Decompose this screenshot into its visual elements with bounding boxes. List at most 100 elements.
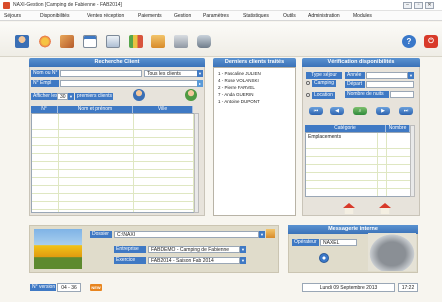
menu-administration[interactable]: Administration	[308, 11, 340, 21]
company-chevron-icon[interactable]: ▼	[240, 246, 246, 253]
last-page-button[interactable]: ⏭	[399, 107, 413, 115]
help-icon[interactable]: ?	[402, 35, 416, 48]
browse-folder-icon[interactable]	[266, 229, 275, 238]
recent-client-item[interactable]: 2 - Pierre FARVEL	[218, 85, 255, 90]
col-city[interactable]: Ville	[133, 106, 193, 113]
invoice-icon[interactable]	[106, 35, 120, 48]
table-row[interactable]	[306, 141, 414, 149]
message-icon[interactable]	[319, 253, 329, 263]
recent-client-item[interactable]: 4 - Rose VOLANSKI	[218, 78, 259, 83]
chart-icon[interactable]	[129, 35, 143, 48]
availability-header: Vérification disponibilités	[302, 58, 420, 67]
database-icon[interactable]	[197, 35, 211, 48]
company-select[interactable]: FABDEMO - Camping de Fabienne	[148, 246, 240, 253]
table-row[interactable]	[32, 146, 198, 154]
name-label: Nom ou N°	[31, 70, 59, 77]
menu-gestion[interactable]: Gestion	[174, 11, 191, 21]
col-count[interactable]: Nombre	[386, 125, 410, 132]
sun-icon[interactable]	[38, 35, 52, 48]
location-label[interactable]: Location	[312, 92, 335, 99]
recent-client-item[interactable]: 1 - Pascaline JULIEN	[218, 71, 261, 76]
table-row[interactable]	[306, 149, 414, 157]
table-row[interactable]	[32, 170, 198, 178]
nights-input[interactable]	[390, 91, 414, 98]
chevron-down-icon[interactable]: ▼	[197, 70, 203, 77]
col-number[interactable]: N°	[31, 106, 58, 113]
afficher-count-input[interactable]: 30	[57, 93, 68, 100]
table-row[interactable]	[32, 122, 198, 130]
empl-label: N° Empl	[31, 80, 59, 87]
col-category[interactable]: Catégorie	[305, 125, 386, 132]
nights-label: Nombre de nuits	[345, 91, 389, 98]
table-row[interactable]	[32, 138, 198, 146]
time-display: 17:22	[398, 283, 418, 292]
sunflower-image	[34, 229, 82, 269]
menu-ventes-reception[interactable]: Ventes réception	[87, 11, 124, 21]
search-arrow-icon[interactable]: ▸	[197, 80, 203, 87]
recent-client-item[interactable]: 7 - Anda GUERIN	[218, 92, 254, 97]
table-row[interactable]	[32, 202, 198, 210]
menu-disponibilites[interactable]: Disponibilités	[40, 11, 69, 21]
name-input[interactable]	[60, 70, 142, 77]
fiscal-year-chevron-icon[interactable]: ▼	[240, 257, 246, 264]
folder-label: Dossier	[90, 231, 112, 238]
recent-clients-list[interactable]: 1 - Pascaline JULIEN 4 - Rose VOLANSKI 2…	[213, 67, 296, 216]
search-client-header: Recherche Client	[29, 58, 205, 67]
count-chevron-icon[interactable]: ▼	[68, 93, 74, 100]
departure-label: Départ	[345, 81, 365, 88]
table-row[interactable]	[306, 165, 414, 173]
fiscal-year-label: Exercice	[114, 257, 146, 264]
client-icon[interactable]	[133, 89, 145, 101]
new-badge[interactable]: NEW	[90, 284, 102, 291]
minimize-button[interactable]: –	[403, 2, 412, 9]
category-scrollbar[interactable]	[410, 125, 415, 197]
folder-icon[interactable]	[151, 35, 165, 48]
menu-outils[interactable]: Outils	[283, 11, 296, 21]
table-row[interactable]	[32, 154, 198, 162]
folder-chevron-icon[interactable]: ▼	[259, 231, 265, 238]
col-name[interactable]: Nom et prénom	[58, 106, 133, 113]
maximize-button[interactable]: ▫	[414, 2, 423, 9]
year-chevron-icon[interactable]: ▼	[408, 72, 414, 79]
menu-paiements[interactable]: Paiements	[138, 11, 162, 21]
search-button[interactable]: ⌕	[353, 107, 367, 115]
departure-input[interactable]	[366, 81, 414, 88]
recent-client-item[interactable]: 1 - Antoine DUPONT	[218, 99, 260, 104]
location-radio[interactable]	[306, 93, 310, 97]
table-row[interactable]	[32, 194, 198, 202]
table-scrollbar[interactable]	[194, 113, 199, 213]
camping-label[interactable]: Camping	[312, 80, 337, 87]
operator-input[interactable]: NAXEL	[320, 239, 357, 246]
table-row[interactable]	[306, 173, 414, 181]
menu-modules[interactable]: Modules	[353, 11, 372, 21]
prev-page-button[interactable]: ◀	[330, 107, 344, 115]
menu-parametres[interactable]: Paramètres	[203, 11, 229, 21]
client-filter-select[interactable]: Tous les clients	[144, 70, 198, 77]
exit-icon[interactable]: ⏻	[424, 35, 438, 48]
category-table[interactable]: Emplacements	[305, 132, 415, 197]
empl-input[interactable]	[60, 80, 198, 87]
version-value: 04 - 36	[57, 283, 81, 292]
client-table[interactable]	[31, 113, 199, 213]
table-row[interactable]	[32, 130, 198, 138]
close-button[interactable]: ✕	[425, 2, 434, 9]
fiscal-year-select[interactable]: FAB2014 - Saison Fab 2014	[148, 257, 240, 264]
table-row[interactable]	[32, 178, 198, 186]
beach-icon[interactable]	[60, 35, 74, 48]
printer-icon[interactable]	[174, 35, 188, 48]
table-row[interactable]	[32, 162, 198, 170]
add-client-icon[interactable]	[185, 89, 197, 101]
table-row[interactable]	[32, 186, 198, 194]
menu-sejours[interactable]: Séjours	[4, 11, 21, 21]
user-icon[interactable]	[15, 35, 29, 48]
folder-input[interactable]: C:\NAXI	[114, 231, 259, 238]
calendar-icon[interactable]	[83, 35, 97, 48]
camping-radio[interactable]	[306, 81, 310, 85]
next-page-button[interactable]: ▶	[376, 107, 390, 115]
category-cell[interactable]: Emplacements	[308, 133, 341, 141]
table-row[interactable]	[306, 181, 414, 189]
menu-statistiques[interactable]: Statistiques	[243, 11, 269, 21]
year-input[interactable]	[366, 72, 408, 79]
first-page-button[interactable]: ⏮	[309, 107, 323, 115]
table-row[interactable]	[306, 157, 414, 165]
